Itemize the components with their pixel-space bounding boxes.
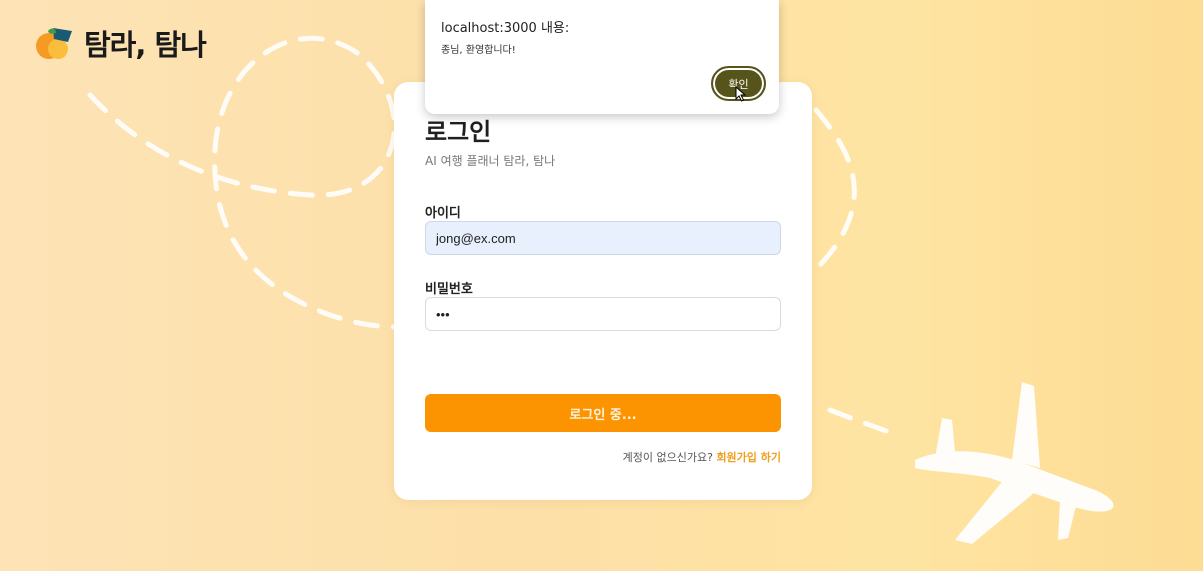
id-input[interactable]	[425, 221, 781, 255]
mouse-cursor-icon	[735, 86, 747, 102]
login-card: 로그인 AI 여행 플래너 탐라, 탐나 아이디 비밀번호 로그인 중... 계…	[394, 82, 812, 500]
signup-prompt: 계정이 없으신가요?	[622, 451, 713, 464]
id-label: 아이디	[425, 206, 461, 221]
brand-name: 탐라, 탐나	[84, 28, 207, 62]
login-button[interactable]: 로그인 중...	[425, 394, 781, 432]
signup-link[interactable]: 회원가입 하기	[716, 451, 781, 464]
airplane-icon	[915, 382, 1114, 544]
password-input[interactable]	[425, 297, 781, 331]
alert-message: 종님, 환영합니다!	[441, 45, 516, 56]
tangerine-logo-icon	[36, 28, 72, 59]
login-subtitle: AI 여행 플래너 탐라, 탐나	[425, 154, 556, 168]
signup-row: 계정이 없으신가요? 회원가입 하기	[623, 449, 781, 465]
alert-title: localhost:3000 내용:	[441, 21, 570, 36]
password-label: 비밀번호	[425, 282, 473, 297]
login-title: 로그인	[425, 118, 492, 146]
alert-dialog: localhost:3000 내용: 종님, 환영합니다! 확인	[425, 0, 779, 114]
brand-logo[interactable]: 탐라, 탐나	[34, 22, 207, 64]
